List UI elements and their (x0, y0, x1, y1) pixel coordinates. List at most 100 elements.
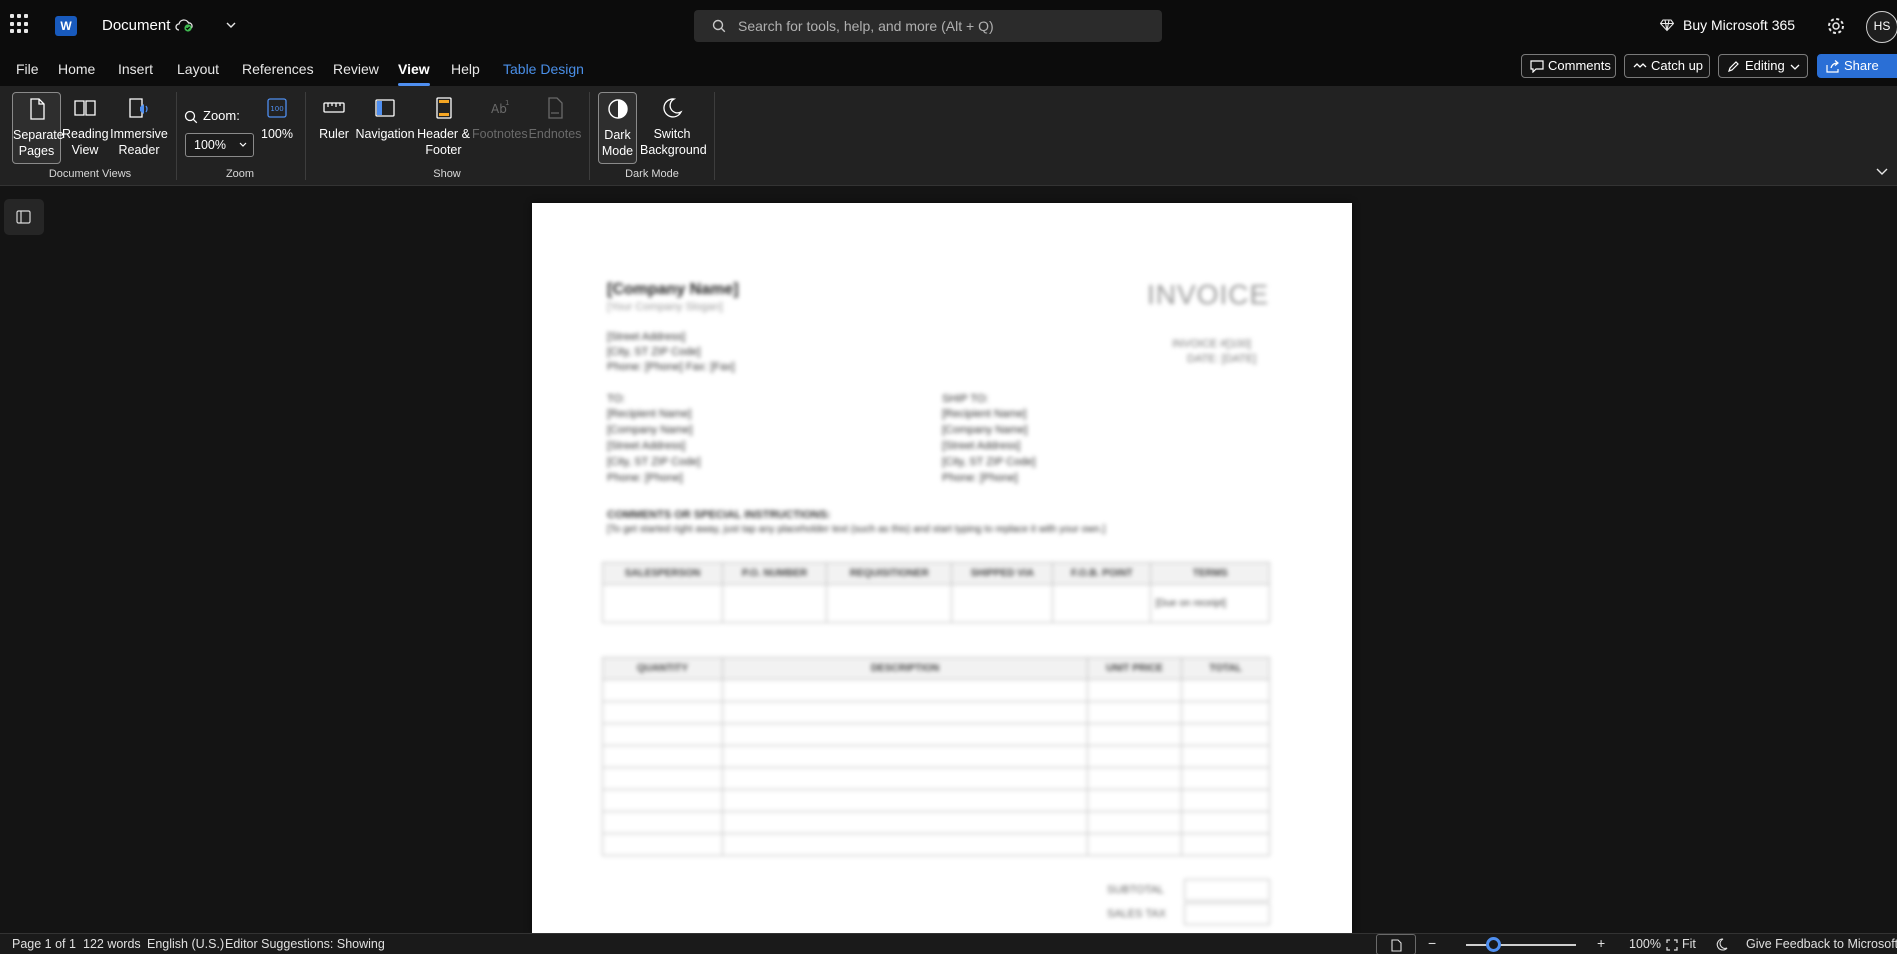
group-divider (714, 92, 715, 180)
header-footer-button[interactable]: Header & Footer (416, 92, 471, 164)
footnotes-label: Footnotes (472, 127, 528, 141)
header-footer-label-2: Footer (425, 143, 462, 157)
ship-to-line: [City, ST ZIP Code] (942, 456, 1036, 468)
sales-tax-cell (1184, 903, 1270, 925)
table-row (602, 767, 1270, 790)
zoom-dropdown[interactable]: 100% (185, 133, 254, 157)
to-line: [Street Address] (607, 440, 686, 452)
catch-up-label: Catch up (1651, 58, 1704, 73)
tab-review[interactable]: Review (333, 57, 379, 81)
share-label: Share (1844, 58, 1879, 73)
document-page[interactable]: [Company Name] [Your Company Slogan] INV… (532, 203, 1352, 933)
zoom-slider-thumb[interactable] (1486, 937, 1501, 952)
zoom-in-button[interactable]: + (1597, 935, 1605, 951)
comments-text: [To get started right away, just tap any… (607, 524, 1106, 535)
dark-mode-label-2: Mode (601, 144, 634, 158)
cloud-saved-icon (175, 19, 193, 32)
print-layout-button[interactable] (1376, 934, 1416, 954)
immersive-reader-button[interactable]: Immersive Reader (109, 92, 169, 164)
contrast-icon (607, 99, 628, 119)
table-row (602, 745, 1270, 768)
chevron-down-icon[interactable] (225, 19, 237, 31)
address-line: [City, ST ZIP Code] (607, 346, 701, 358)
chevron-down-icon[interactable] (1875, 164, 1889, 178)
comments-label: Comments (1548, 58, 1611, 73)
navigation-pane-icon (375, 99, 395, 117)
footnotes-button[interactable]: Ab 1 Footnotes (472, 92, 528, 164)
separate-pages-label-1: Separate (13, 128, 64, 142)
catch-up-button[interactable]: Catch up (1624, 54, 1710, 78)
page-icon (29, 98, 45, 120)
zoom-group-label: Zoom (225, 168, 255, 180)
to-line: [Company Name] (607, 424, 693, 436)
gear-icon[interactable] (1826, 16, 1846, 36)
avatar[interactable]: HS (1866, 11, 1897, 43)
company-slogan: [Your Company Slogan] (607, 301, 723, 313)
zoom-out-button[interactable]: − (1428, 935, 1436, 951)
zoom-percentage[interactable]: 100% (1629, 937, 1661, 951)
dark-mode-group-label: Dark Mode (625, 168, 679, 180)
document-title[interactable]: Document (102, 17, 170, 34)
navigation-button[interactable]: Navigation (355, 92, 415, 164)
ship-to-line: [Street Address] (942, 440, 1021, 452)
sales-tax-label: SALES TAX (1107, 908, 1166, 920)
ship-to-line: Phone: [Phone] (942, 472, 1018, 484)
table-row (602, 679, 1270, 702)
share-button[interactable]: Share (1817, 54, 1897, 78)
dark-mode-button[interactable]: Dark Mode (598, 92, 637, 164)
tab-help[interactable]: Help (451, 57, 480, 81)
table-row (602, 701, 1270, 724)
separate-pages-button[interactable]: Separate Pages (12, 92, 64, 164)
table-header: UNIT PRICE (1087, 657, 1182, 680)
app-launcher-icon[interactable] (10, 14, 30, 34)
endnote-icon (548, 97, 563, 119)
comments-button[interactable]: Comments (1521, 54, 1616, 78)
tab-view[interactable]: View (398, 57, 430, 86)
endnotes-label: Endnotes (528, 127, 582, 141)
tab-home[interactable]: Home (58, 57, 95, 81)
comment-icon (1530, 60, 1544, 73)
reading-view-button[interactable]: Reading View (62, 92, 109, 164)
to-line: [Recipient Name] (607, 408, 692, 420)
search-box[interactable]: Search for tools, help, and more (Alt + … (694, 10, 1162, 42)
word-logo-icon[interactable]: W (55, 16, 81, 36)
dark-mode-label-1: Dark (604, 128, 631, 142)
feedback-link[interactable]: Give Feedback to Microsoft (1746, 937, 1897, 951)
svg-text:1: 1 (505, 99, 509, 107)
tab-file[interactable]: File (16, 57, 39, 81)
ruler-icon (323, 102, 345, 113)
editing-label: Editing (1745, 58, 1785, 73)
navigation-pane-toggle[interactable] (4, 199, 44, 235)
share-icon (1826, 60, 1839, 73)
zoom-slider[interactable] (1466, 944, 1576, 946)
table-header: DESCRIPTION (722, 657, 1088, 680)
title-bar: W Document Search for tools, help, and m… (0, 0, 1897, 52)
pencil-icon (1728, 61, 1739, 72)
subtotal-cell (1184, 879, 1270, 901)
editor-suggestions[interactable]: Editor Suggestions: Showing (225, 937, 385, 951)
tab-references[interactable]: References (242, 57, 314, 81)
zoom-100-button[interactable]: 100 100% (258, 92, 296, 164)
tab-insert[interactable]: Insert (118, 57, 153, 81)
fit-button[interactable]: Fit (1682, 937, 1696, 951)
invoice-number: INVOICE #[100] (1172, 338, 1251, 350)
table-header: SHIPPED VIA (951, 562, 1054, 585)
group-divider (176, 92, 177, 180)
page-count[interactable]: Page 1 of 1 (12, 937, 76, 951)
buy-microsoft-365-button[interactable]: Buy Microsoft 365 (1683, 17, 1795, 33)
table-header: TOTAL (1181, 657, 1270, 680)
ruler-label: Ruler (319, 127, 349, 141)
tab-table-design[interactable]: Table Design (503, 57, 584, 81)
endnotes-button[interactable]: Endnotes (528, 92, 582, 164)
catch-up-icon (1633, 63, 1647, 68)
moon-icon[interactable] (1716, 938, 1728, 951)
language-indicator[interactable]: English (U.S.) (147, 937, 224, 951)
ruler-button[interactable]: Ruler (316, 92, 352, 164)
search-placeholder[interactable]: Search for tools, help, and more (Alt + … (738, 18, 994, 34)
switch-background-button[interactable]: Switch Background (640, 92, 707, 164)
separate-pages-label-2: Pages (18, 144, 55, 158)
editing-mode-button[interactable]: Editing (1718, 54, 1808, 78)
word-count[interactable]: 122 words (83, 937, 141, 951)
tab-layout[interactable]: Layout (177, 57, 219, 81)
search-icon (712, 19, 726, 33)
